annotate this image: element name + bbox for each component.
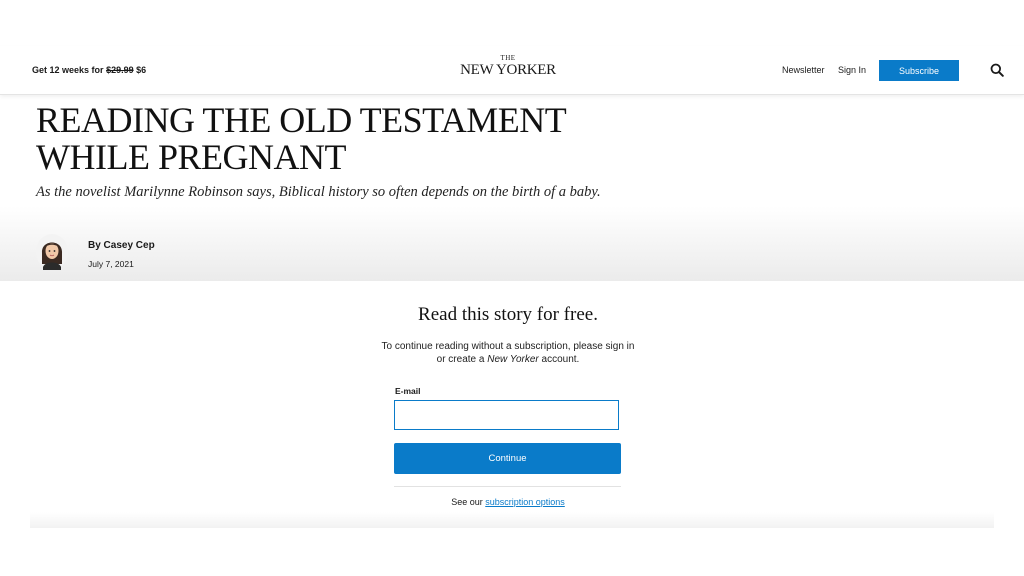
email-label: E-mail (395, 386, 421, 396)
subscribe-button[interactable]: Subscribe (879, 60, 959, 81)
logo-name: NEW YORKER (460, 62, 556, 78)
promo-new-price: $6 (136, 65, 147, 75)
sign-in-link[interactable]: Sign In (838, 65, 866, 75)
new-yorker-logo[interactable]: THE NEW YORKER (458, 55, 558, 79)
subscription-promo[interactable]: Get 12 weeks for $29.99 $6 (32, 65, 146, 75)
footer-shadow (30, 512, 994, 528)
subscription-options-link[interactable]: subscription options (485, 497, 565, 507)
author-byline[interactable]: By Casey Cep (88, 240, 155, 251)
email-field[interactable] (394, 400, 619, 430)
divider (394, 486, 621, 487)
site-header: Get 12 weeks for $29.99 $6 THE NEW YORKE… (0, 46, 1024, 95)
logo-the: THE (500, 54, 516, 62)
bottom-bar (0, 528, 1024, 576)
subscription-options-note: See our subscription options (380, 497, 636, 507)
article-headline: READING THE OLD TESTAMENT WHILE PREGNANT (36, 100, 566, 177)
search-icon[interactable] (990, 63, 1004, 77)
promo-old-price: $29.99 (106, 65, 134, 75)
publish-date: July 7, 2021 (88, 259, 134, 269)
paywall-title: Read this story for free. (418, 304, 598, 325)
newsletter-link[interactable]: Newsletter (782, 65, 825, 75)
paywall-description: To continue reading without a subscripti… (380, 340, 636, 366)
continue-button[interactable]: Continue (394, 443, 621, 474)
article-dek: As the novelist Marilynne Robinson says,… (36, 184, 601, 200)
author-avatar[interactable] (35, 233, 69, 271)
paywall-text-italic: New Yorker (487, 354, 539, 365)
promo-prefix: Get 12 weeks for (32, 65, 104, 75)
paywall-text-after: account. (541, 354, 580, 365)
see-prefix: See our (451, 497, 483, 507)
